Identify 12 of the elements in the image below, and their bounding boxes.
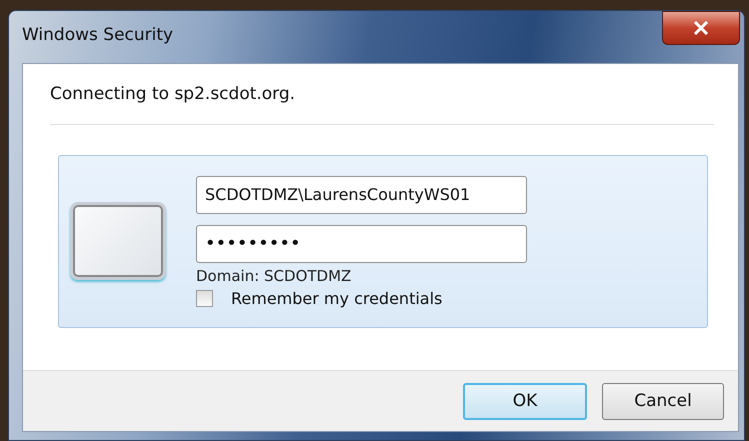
cancel-button[interactable]: Cancel [602,382,724,420]
close-icon [693,21,709,35]
domain-label: Domain: SCDOTDMZ [196,266,352,284]
ok-button[interactable]: OK [463,382,587,420]
close-button[interactable] [662,11,740,45]
remember-checkbox[interactable] [196,290,213,306]
username-field[interactable]: SCDOTDMZ\LaurensCountyWS01 [196,176,527,214]
user-tile-icon [70,202,166,280]
password-field[interactable]: ••••••••• [196,224,527,262]
remember-label: Remember my credentials [231,288,442,308]
window-title: Windows Security [22,25,174,45]
connection-message: Connecting to sp2.scdot.org. [50,84,714,125]
